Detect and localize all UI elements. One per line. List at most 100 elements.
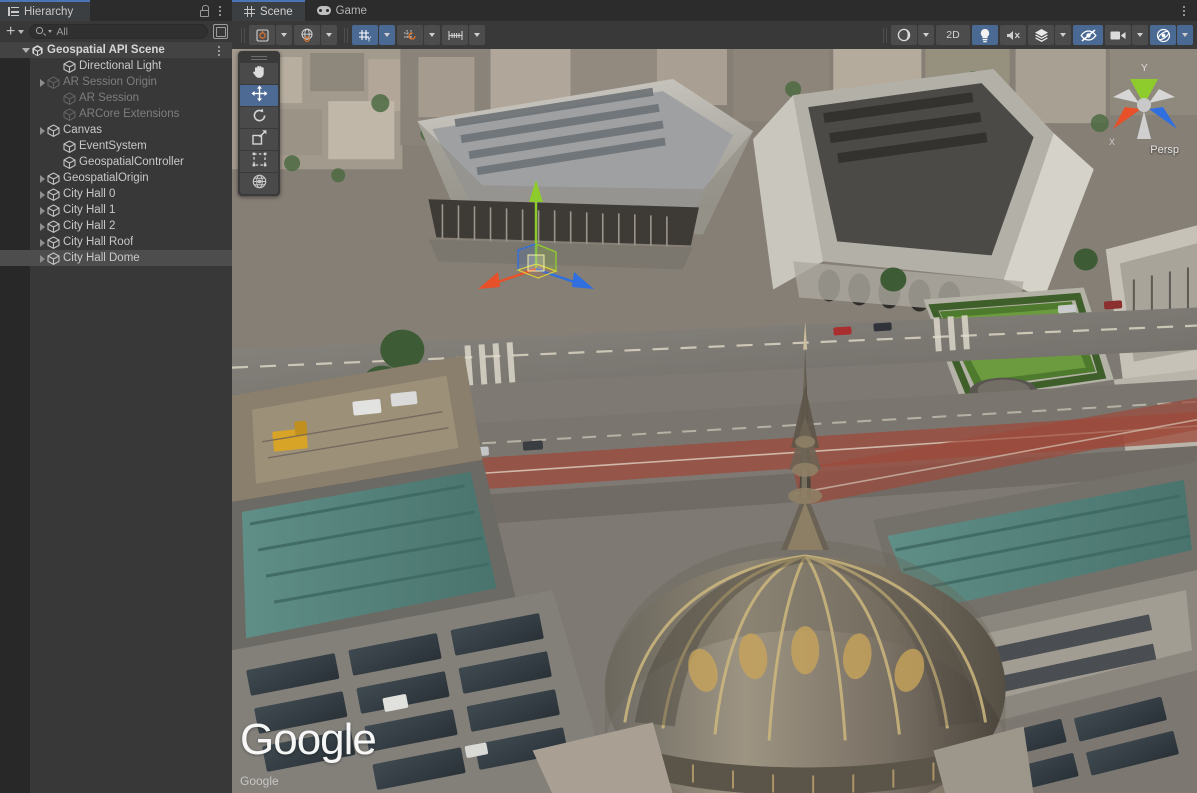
effects-icon[interactable] [1028,25,1054,45]
scene-fx[interactable] [1028,25,1071,45]
scale-tool[interactable] [240,129,278,150]
rect-tool[interactable] [240,151,278,172]
hierarchy-item-arcore-extensions[interactable]: ARCore Extensions [0,106,232,122]
grid-snap-y-icon[interactable]: Y [352,25,378,45]
scene-tabbar: Scene Game [232,0,1197,21]
pivot-toggle[interactable] [249,25,292,45]
global-local-icon[interactable] [294,25,320,45]
disclosure-triangle-icon[interactable] [36,253,47,264]
disclosure-triangle-icon[interactable] [36,125,47,136]
disclosure-triangle-icon[interactable] [36,221,47,232]
camera-icon[interactable] [1105,25,1131,45]
move-gizmo[interactable] [470,172,600,292]
hierarchy-item-label: ARCore Extensions [79,108,179,120]
search-input[interactable]: All [29,24,208,39]
gameobject-cube-icon [63,140,76,153]
hidden-objects-toggle[interactable] [1073,25,1103,45]
snap-increment-dropdown[interactable] [469,25,485,45]
hierarchy-toolbar: + All [0,21,232,42]
disclosure-triangle-icon[interactable] [36,237,47,248]
scale-icon [251,129,268,151]
hierarchy-item-city-hall-dome[interactable]: City Hall Dome [0,250,232,266]
handle-space-dropdown[interactable] [321,25,337,45]
hierarchy-item-label: City Hall 1 [63,204,115,216]
scene-audio-toggle[interactable] [1000,25,1026,45]
disclosure-triangle-icon[interactable] [20,45,31,56]
tab-scene[interactable]: Scene [232,0,305,21]
gameobject-cube-icon [47,124,60,137]
hierarchy-item-city-hall-2[interactable]: City Hall 2 [0,218,232,234]
hierarchy-item-geospatialorigin[interactable]: GeospatialOrigin [0,170,232,186]
gameobject-cube-icon [63,108,76,121]
gameobject-cube-icon [47,236,60,249]
handle-space-toggle[interactable] [294,25,337,45]
gizmos-toggle[interactable] [1150,25,1193,45]
hierarchy-item-geospatialcontroller[interactable]: GeospatialController [0,154,232,170]
hand-tool[interactable] [240,63,278,84]
hierarchy-item-directional-light[interactable]: Directional Light [0,58,232,74]
hierarchy-item-city-hall-roof[interactable]: City Hall Roof [0,234,232,250]
tab-hierarchy[interactable]: Hierarchy [0,0,90,21]
hierarchy-item-label: City Hall 0 [63,188,115,200]
chevron-down-icon [1137,33,1143,37]
google-watermark-label: Google [240,715,376,764]
disclosure-triangle-icon[interactable] [36,77,47,88]
pivot-center-icon[interactable] [249,25,275,45]
kebab-menu-icon[interactable] [212,43,226,59]
gameobject-cube-icon [47,172,60,185]
2d-toggle-label: 2D [946,29,959,41]
kebab-menu-icon[interactable] [213,3,227,19]
scene-camera-dropdown[interactable] [1132,25,1148,45]
gameobject-cube-icon [63,92,76,105]
scene-viewport[interactable]: Y X Persp Google Google [232,49,1197,793]
create-object-label: + [6,25,15,38]
scene-camera[interactable] [1105,25,1148,45]
chevron-down-icon [474,33,480,37]
hierarchy-item-geospatial-api-scene[interactable]: Geospatial API Scene [0,42,232,58]
move-tool[interactable] [240,85,278,106]
hierarchy-item-ar-session[interactable]: AR Session [0,90,232,106]
hierarchy-item-city-hall-0[interactable]: City Hall 0 [0,186,232,202]
lock-icon[interactable] [198,4,211,18]
shaded-sphere-icon[interactable] [891,25,917,45]
disclosure-triangle-icon[interactable] [36,205,47,216]
grid-snap-dropdown[interactable] [379,25,395,45]
search-filter-chevron-icon[interactable] [48,30,52,33]
expand-panel-icon[interactable] [213,24,228,39]
hierarchy-tree[interactable]: Geospatial API Scene Directional Light AR … [0,42,232,793]
grid-visibility-dropdown[interactable] [424,25,440,45]
grid-visibility-icon[interactable] [397,25,423,45]
rotate-icon [251,107,268,129]
grid-visibility[interactable] [397,25,440,45]
palette-drag-handle[interactable] [240,53,278,63]
grid-snap-toggle[interactable]: Y [352,25,395,45]
hierarchy-item-label: Directional Light [79,60,161,72]
2d-toggle[interactable]: 2D [936,25,970,45]
hierarchy-item-label: Geospatial API Scene [47,44,165,56]
projection-mode-label[interactable]: Persp [1150,144,1179,156]
disclosure-triangle-icon[interactable] [36,173,47,184]
disclosure-triangle-icon[interactable] [36,189,47,200]
pivot-dropdown[interactable] [276,25,292,45]
scene-fx-dropdown[interactable] [1055,25,1071,45]
chevron-down-icon [326,33,332,37]
snap-increment[interactable] [442,25,485,45]
rotate-tool[interactable] [240,107,278,128]
hierarchy-panel: Hierarchy + All G [0,0,232,793]
hierarchy-item-city-hall-1[interactable]: City Hall 1 [0,202,232,218]
transform-tool[interactable] [240,173,278,194]
gizmos-dropdown[interactable] [1177,25,1193,45]
kebab-menu-icon[interactable] [1177,3,1191,19]
gizmos-globe-icon[interactable] [1150,25,1176,45]
scene-lighting-toggle[interactable] [972,25,998,45]
tab-game[interactable]: Game [305,0,379,21]
hierarchy-item-canvas[interactable]: Canvas [0,122,232,138]
hierarchy-item-label: Canvas [63,124,102,136]
create-object-button[interactable]: + [4,23,26,40]
hierarchy-item-eventsystem[interactable]: EventSystem [0,138,232,154]
hierarchy-item-ar-session-origin[interactable]: AR Session Origin [0,74,232,90]
shading-mode-dropdown[interactable] [918,25,934,45]
shading-mode[interactable] [891,25,934,45]
hierarchy-icon [8,7,19,17]
snap-increment-icon[interactable] [442,25,468,45]
